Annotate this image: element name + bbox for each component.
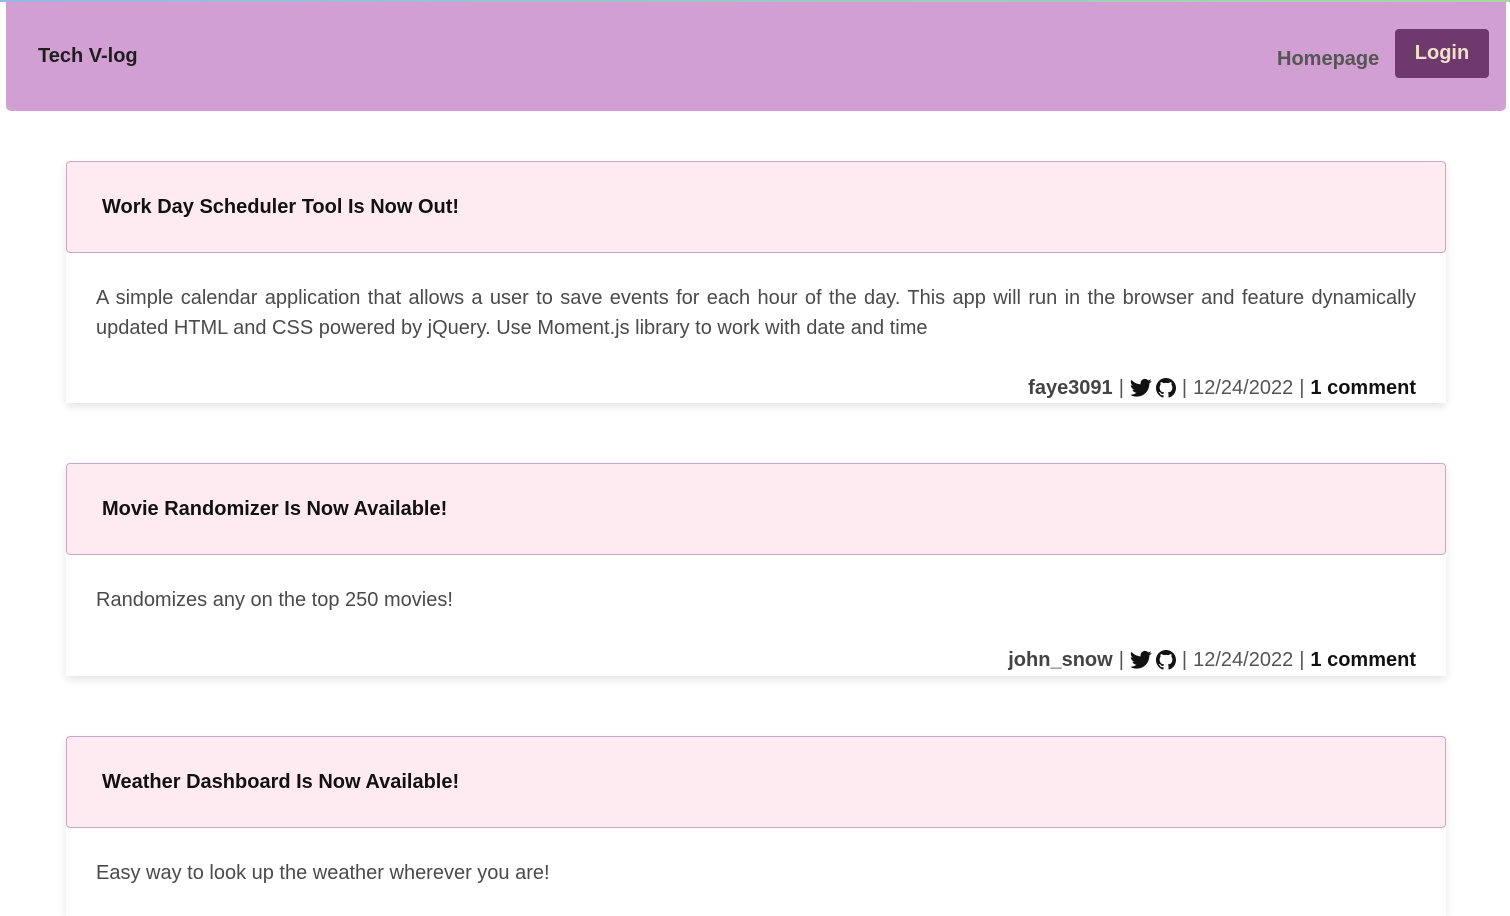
post-header[interactable]: Weather Dashboard Is Now Available! (66, 736, 1446, 828)
post-card: Weather Dashboard Is Now Available! Easy… (66, 736, 1446, 916)
github-icon[interactable] (1155, 378, 1176, 398)
post-body: Randomizes any on the top 250 movies! (96, 589, 453, 611)
social-icons (1129, 650, 1176, 670)
separator: | (1181, 648, 1188, 671)
post-body: Easy way to look up the weather wherever… (96, 862, 550, 884)
twitter-icon[interactable] (1129, 378, 1152, 398)
separator: | (1118, 376, 1124, 399)
separator: | (1118, 648, 1124, 671)
post-title[interactable]: Weather Dashboard Is Now Available! (102, 771, 459, 794)
separator: | (1181, 376, 1188, 399)
post-card: Work Day Scheduler Tool Is Now Out! A si… (66, 161, 1446, 403)
post-card: Movie Randomizer Is Now Available! Rando… (66, 463, 1446, 676)
post-title[interactable]: Movie Randomizer Is Now Available! (102, 498, 447, 521)
homepage-link[interactable]: Homepage (1277, 48, 1379, 71)
post-date: 12/24/2022 (1193, 376, 1294, 399)
comment-link[interactable]: 1 comment (1310, 377, 1416, 400)
comment-link[interactable]: 1 comment (1310, 649, 1416, 672)
separator: | (1299, 376, 1305, 399)
post-footer: faye3091 | | 12/24/2022 | 1 comment (66, 373, 1446, 403)
post-header[interactable]: Movie Randomizer Is Now Available! (66, 463, 1446, 555)
separator: | (1299, 648, 1305, 671)
post-author: john_snow (1008, 648, 1113, 671)
navbar: Tech V-log Homepage Login (6, 2, 1506, 111)
login-button[interactable]: Login (1395, 29, 1489, 78)
post-header[interactable]: Work Day Scheduler Tool Is Now Out! (66, 161, 1446, 253)
post-body: A simple calendar application that allow… (96, 287, 1416, 339)
github-icon[interactable] (1155, 650, 1176, 670)
brand-logo[interactable]: Tech V-log (38, 45, 138, 68)
twitter-icon[interactable] (1129, 650, 1152, 670)
post-footer: john_snow | | 12/24/2022 | 1 comment (66, 645, 1446, 675)
social-icons (1129, 378, 1176, 398)
post-date: 12/24/2022 (1193, 648, 1294, 671)
post-title[interactable]: Work Day Scheduler Tool Is Now Out! (102, 196, 459, 219)
post-author: faye3091 (1028, 376, 1113, 399)
